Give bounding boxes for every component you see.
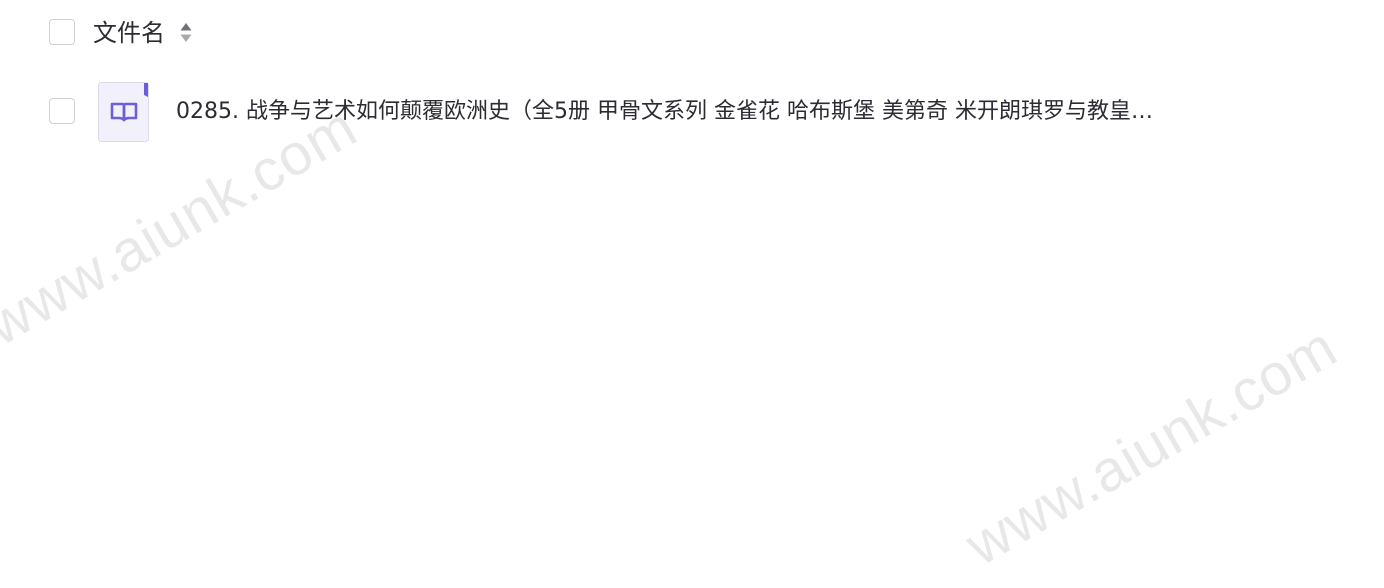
sort-icon[interactable] [179,21,193,45]
book-icon[interactable] [98,82,150,142]
table-row[interactable]: 0285. 战争与艺术如何颠覆欧洲史（全5册 甲骨文系列 金雀花 哈布斯堡 美第… [0,76,1384,148]
table-header: 文件名 [0,0,1384,66]
watermark-text: www.aiunk.com [955,313,1348,579]
file-name-link[interactable]: 0285. 战争与艺术如何颠覆欧洲史（全5册 甲骨文系列 金雀花 哈布斯堡 美第… [176,95,1240,129]
select-all-checkbox[interactable] [49,19,75,45]
row-checkbox[interactable] [49,98,75,124]
filename-column-header[interactable]: 文件名 [93,16,165,50]
